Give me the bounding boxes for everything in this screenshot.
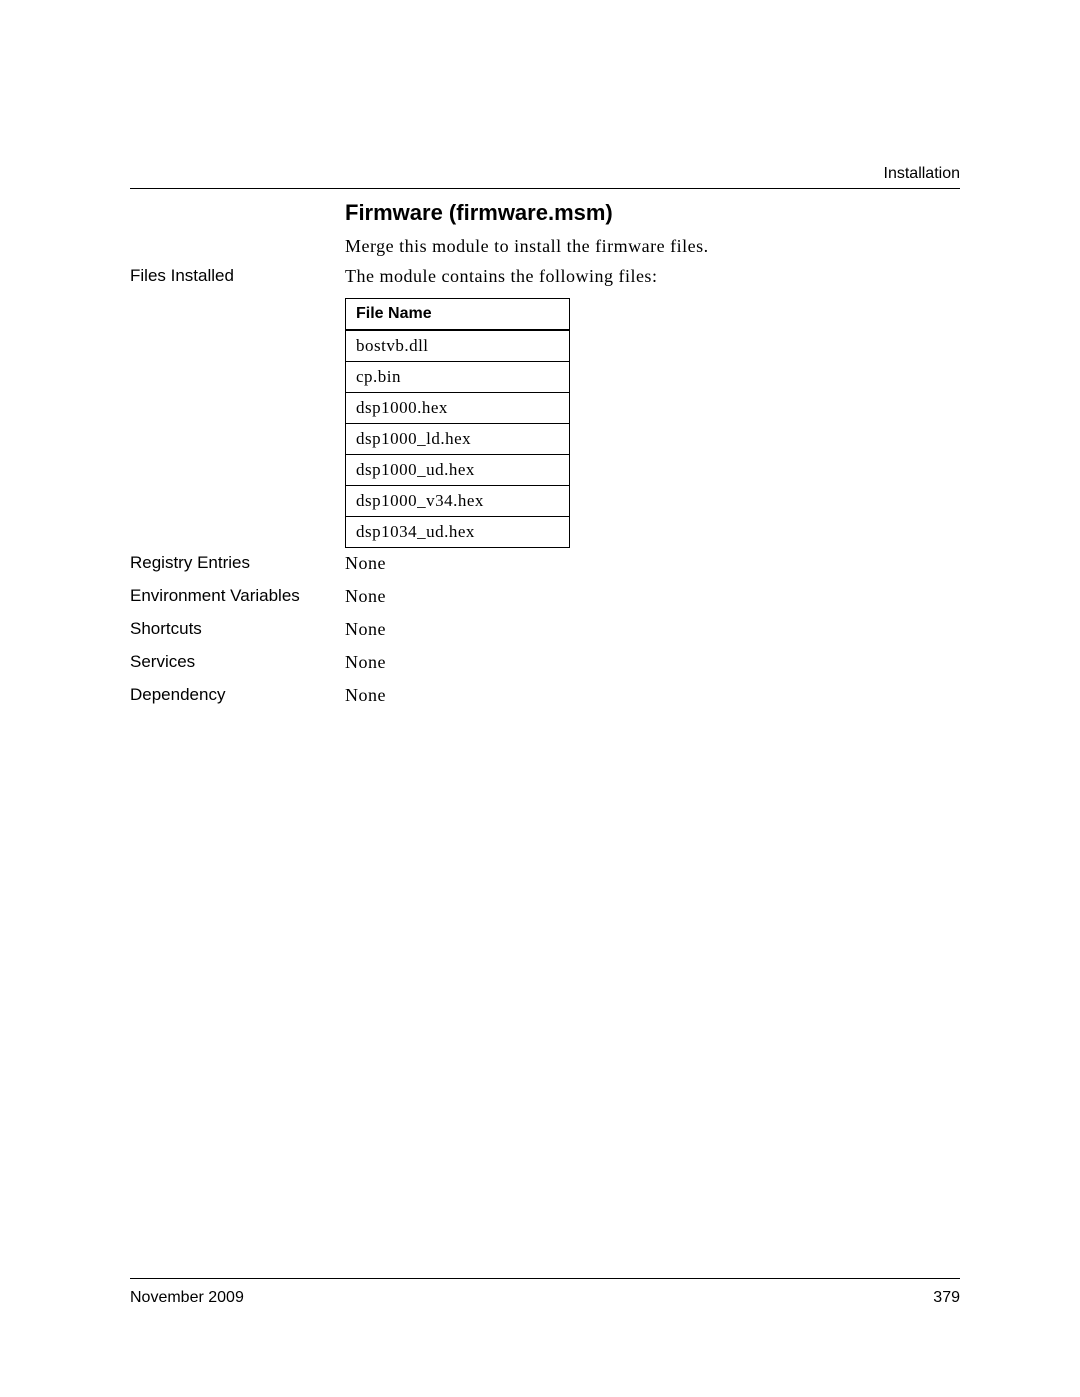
file-name-cell: dsp1034_ud.hex (346, 517, 570, 548)
file-name-cell: dsp1000_ud.hex (346, 455, 570, 486)
section-title: Firmware (firmware.msm) (345, 200, 613, 226)
table-row: dsp1000_ld.hex (346, 424, 570, 455)
file-name-cell: bostvb.dll (346, 330, 570, 362)
header-rule (130, 188, 960, 189)
table-row: bostvb.dll (346, 330, 570, 362)
file-table: File Name bostvb.dll cp.bin dsp1000.hex … (345, 298, 570, 548)
environment-variables-value: None (345, 586, 386, 607)
intro-text: Merge this module to install the firmwar… (345, 236, 709, 257)
environment-variables-label: Environment Variables (130, 586, 300, 606)
file-name-cell: dsp1000_v34.hex (346, 486, 570, 517)
files-installed-value: The module contains the following files: (345, 266, 657, 287)
registry-entries-label: Registry Entries (130, 553, 250, 573)
dependency-value: None (345, 685, 386, 706)
table-row: dsp1000_v34.hex (346, 486, 570, 517)
files-installed-label: Files Installed (130, 266, 234, 286)
file-table-header: File Name (346, 299, 570, 331)
file-name-cell: cp.bin (346, 362, 570, 393)
footer-rule (130, 1278, 960, 1279)
file-name-cell: dsp1000_ld.hex (346, 424, 570, 455)
shortcuts-value: None (345, 619, 386, 640)
header-section-label: Installation (884, 165, 961, 183)
footer-page-number: 379 (933, 1289, 960, 1307)
table-row: dsp1000_ud.hex (346, 455, 570, 486)
table-row: cp.bin (346, 362, 570, 393)
shortcuts-label: Shortcuts (130, 619, 202, 639)
file-name-cell: dsp1000.hex (346, 393, 570, 424)
services-label: Services (130, 652, 195, 672)
footer-date: November 2009 (130, 1289, 244, 1307)
table-row: dsp1000.hex (346, 393, 570, 424)
dependency-label: Dependency (130, 685, 225, 705)
registry-entries-value: None (345, 553, 386, 574)
table-row: dsp1034_ud.hex (346, 517, 570, 548)
services-value: None (345, 652, 386, 673)
